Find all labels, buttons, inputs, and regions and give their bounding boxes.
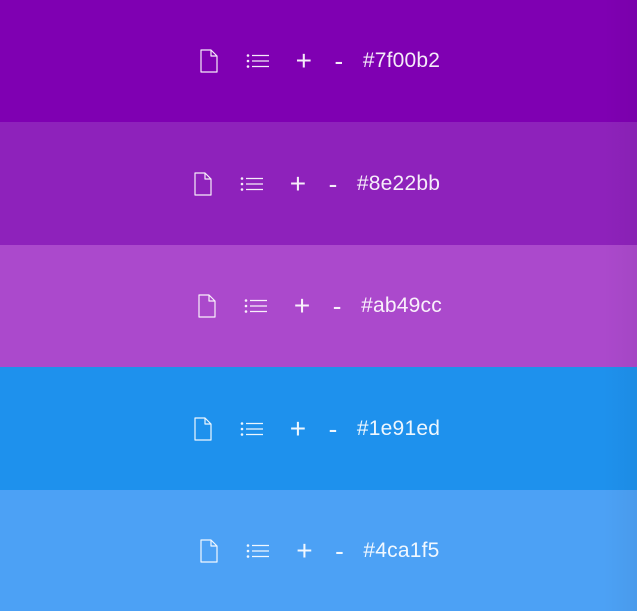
swatch-toolbar: + - #8e22bb <box>191 164 440 204</box>
hex-value[interactable]: #4ca1f5 <box>363 539 439 563</box>
color-swatch[interactable]: + - #ab49cc <box>0 245 637 367</box>
document-icon[interactable] <box>197 41 221 81</box>
hex-value[interactable]: #ab49cc <box>361 294 442 318</box>
document-icon[interactable] <box>197 531 221 571</box>
list-icon[interactable] <box>241 286 271 326</box>
color-swatch[interactable]: + - #8e22bb <box>0 122 637 245</box>
add-button[interactable]: + <box>291 531 317 571</box>
remove-button[interactable]: - <box>329 41 349 81</box>
hex-value[interactable]: #8e22bb <box>357 172 440 196</box>
remove-button[interactable]: - <box>323 409 343 449</box>
swatch-toolbar: + - #1e91ed <box>191 409 440 449</box>
swatch-toolbar: + - #ab49cc <box>195 286 442 326</box>
list-icon[interactable] <box>237 164 267 204</box>
color-swatch[interactable]: + - #7f00b2 <box>0 0 637 122</box>
list-icon[interactable] <box>237 409 267 449</box>
list-icon[interactable] <box>243 531 273 571</box>
document-icon[interactable] <box>195 286 219 326</box>
document-icon[interactable] <box>191 409 215 449</box>
remove-button[interactable]: - <box>329 531 349 571</box>
hex-value[interactable]: #1e91ed <box>357 417 440 441</box>
add-button[interactable]: + <box>289 286 315 326</box>
add-button[interactable]: + <box>285 409 311 449</box>
add-button[interactable]: + <box>291 41 317 81</box>
color-swatch[interactable]: + - #4ca1f5 <box>0 490 637 611</box>
remove-button[interactable]: - <box>323 164 343 204</box>
document-icon[interactable] <box>191 164 215 204</box>
color-swatch[interactable]: + - #1e91ed <box>0 367 637 490</box>
swatch-toolbar: + - #4ca1f5 <box>197 531 439 571</box>
list-icon[interactable] <box>243 41 273 81</box>
remove-button[interactable]: - <box>327 286 347 326</box>
hex-value[interactable]: #7f00b2 <box>363 49 440 73</box>
color-palette: + - #7f00b2 + - #8e22bb + - #ab49cc + - … <box>0 0 637 611</box>
swatch-toolbar: + - #7f00b2 <box>197 41 440 81</box>
add-button[interactable]: + <box>285 164 311 204</box>
